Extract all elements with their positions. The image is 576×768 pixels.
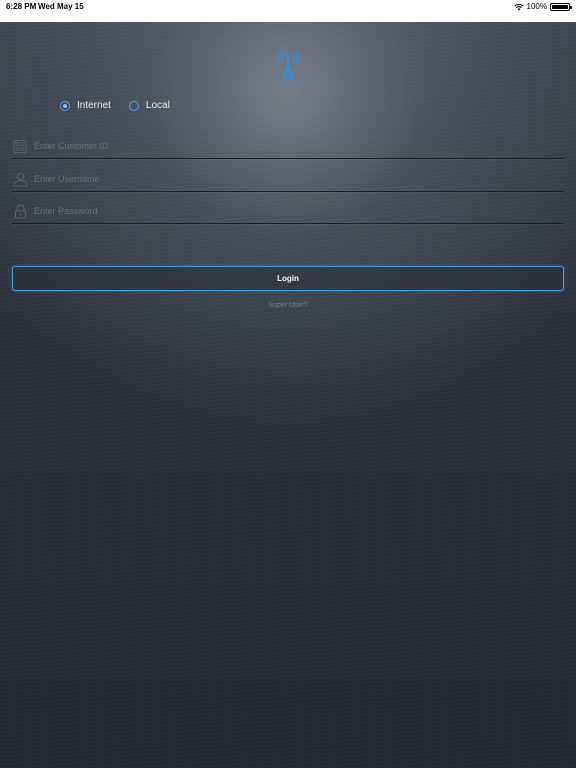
connection-type-group: Internet Local <box>60 100 188 111</box>
super-user-link[interactable]: Super User? <box>0 302 576 309</box>
status-indicators: 100% <box>513 2 572 11</box>
username-field-row <box>12 167 564 192</box>
wifi-icon <box>513 3 524 11</box>
user-icon <box>12 171 28 187</box>
status-bar: 6:28 PM Wed May 15 100% <box>0 0 576 22</box>
login-button[interactable]: Login <box>12 266 564 291</box>
username-input[interactable] <box>34 174 534 184</box>
customer-id-input[interactable] <box>34 141 534 151</box>
login-screen: Internet Local Enter Customer ID Enter U… <box>0 22 576 768</box>
antenna-tower-icon <box>276 48 300 84</box>
id-card-icon <box>12 138 28 154</box>
battery-percent: 100% <box>526 2 547 11</box>
battery-icon <box>550 2 572 11</box>
status-date: Wed May 15 <box>38 2 84 11</box>
radio-local-circle[interactable] <box>128 100 139 111</box>
password-field-row <box>12 199 564 224</box>
radio-internet-label: Internet <box>77 100 111 111</box>
radio-local-label: Local <box>145 100 170 111</box>
status-time: 6:28 PM <box>6 2 37 11</box>
customer-id-field-row <box>12 134 564 159</box>
radio-local[interactable]: Local <box>128 100 170 111</box>
lock-icon <box>12 203 28 219</box>
radio-internet[interactable]: Internet <box>60 100 111 111</box>
password-input[interactable] <box>34 206 534 216</box>
radio-internet-circle[interactable] <box>60 100 70 111</box>
